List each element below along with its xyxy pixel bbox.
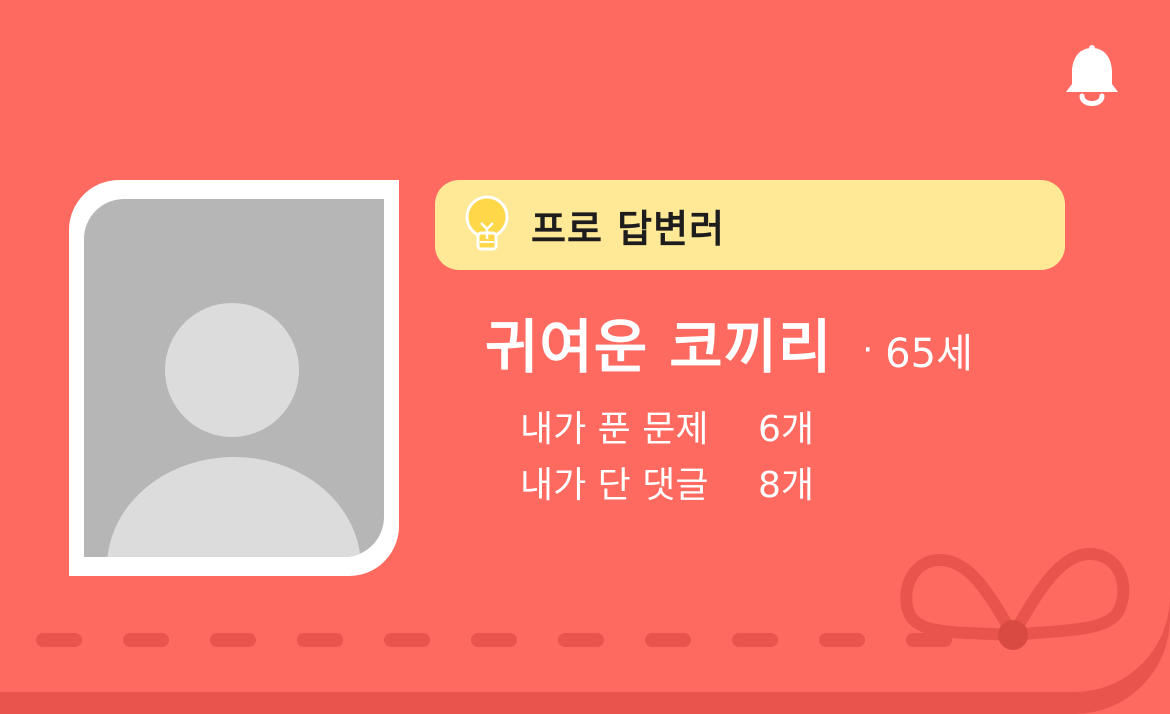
stat-label: 내가 푼 문제 — [520, 409, 709, 450]
title-badge: 프로 답변러 — [435, 180, 1065, 270]
dash — [210, 633, 256, 647]
lightbulb-icon — [465, 195, 509, 251]
ribbon-bow-icon — [900, 548, 1130, 650]
stats-list: 내가 푼 문제 6개 내가 단 댓글 8개 — [520, 402, 814, 514]
dash — [645, 633, 691, 647]
stat-label: 내가 단 댓글 — [520, 465, 709, 506]
dashed-divider — [36, 633, 993, 647]
stat-comments: 내가 단 댓글 8개 — [520, 458, 814, 514]
dash — [819, 633, 865, 647]
stat-solved-problems: 내가 푼 문제 6개 — [520, 402, 814, 458]
avatar-body — [107, 457, 361, 557]
dash — [384, 633, 430, 647]
avatar — [84, 199, 384, 557]
stat-value: 6개 — [758, 409, 815, 450]
dash — [732, 633, 778, 647]
dash — [297, 633, 343, 647]
dash — [123, 633, 169, 647]
name-separator: · — [862, 330, 874, 370]
badge-label: 프로 답변러 — [531, 206, 726, 251]
dash — [471, 633, 517, 647]
profile-photo-frame — [69, 180, 399, 576]
avatar-head — [165, 303, 299, 437]
dash — [36, 633, 82, 647]
bell-icon[interactable] — [1062, 44, 1122, 110]
profile-name-row: 귀여운 코끼리 · 65세 — [485, 300, 973, 384]
stat-value: 8개 — [758, 465, 815, 506]
profile-age: 65세 — [885, 331, 973, 377]
profile-name: 귀여운 코끼리 — [485, 313, 833, 381]
profile-card: 프로 답변러 귀여운 코끼리 · 65세 내가 푼 문제 6개 내가 단 댓글 … — [0, 0, 1170, 714]
dash — [558, 633, 604, 647]
